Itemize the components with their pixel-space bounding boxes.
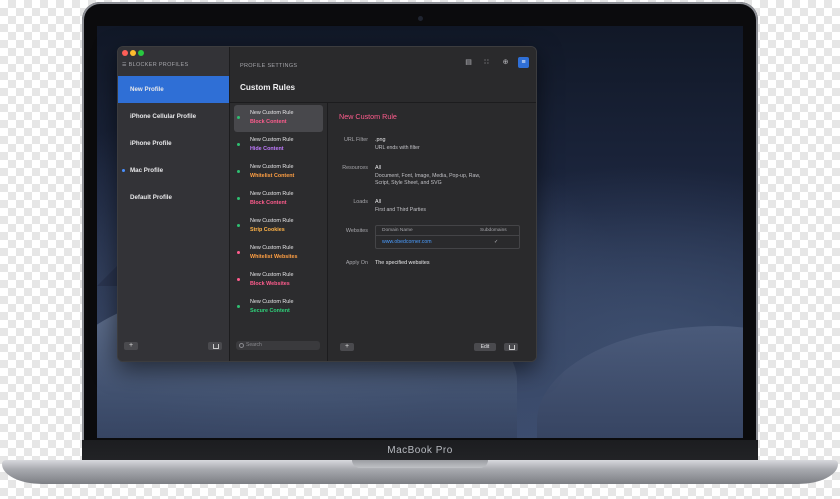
rule-name: New Custom Rule — [250, 299, 294, 305]
rule-action: Block Content — [250, 119, 287, 125]
list-icon[interactable]: ▤ — [463, 57, 474, 68]
share-rule-button[interactable] — [504, 343, 518, 351]
url-filter-desc: URL ends with filter — [375, 145, 420, 151]
column-header: Domain Name — [382, 228, 413, 233]
sidebar-header: ☰ BLOCKER PROFILES — [122, 62, 189, 68]
rule-action: Whitelist Websites — [250, 254, 298, 260]
sidebar-item-label: Mac Profile — [130, 167, 164, 174]
loads-value: All — [375, 199, 381, 205]
sidebar-item-mac-profile[interactable]: Mac Profile — [118, 157, 229, 184]
status-dot — [237, 197, 240, 200]
status-dot — [237, 170, 240, 173]
status-dot — [237, 278, 240, 281]
rule-action: Block Websites — [250, 281, 290, 287]
status-dot — [237, 224, 240, 227]
apply-on-label: Apply On — [345, 260, 368, 266]
rule-name: New Custom Rule — [250, 218, 294, 224]
divider — [376, 235, 519, 236]
status-dot — [237, 143, 240, 146]
add-rule-button[interactable]: + — [340, 343, 354, 351]
loads-desc: First and Third Parties — [375, 207, 426, 213]
rule-detail: New Custom Rule URL Filter .png URL ends… — [328, 103, 536, 361]
url-filter-label: URL Filter — [343, 137, 368, 143]
sidebar-toggle-icon[interactable]: ☰ — [122, 62, 127, 68]
websites-table: Domain Name Subdomains www.obedcorner.co… — [375, 225, 520, 249]
resources-desc: Script, Style Sheet, and SVG — [375, 180, 442, 186]
sidebar-item-iphone-profile[interactable]: iPhone Profile — [118, 130, 229, 157]
subdomains-check[interactable]: ✓ — [494, 239, 498, 245]
websites-label: Websites — [345, 228, 368, 234]
resources-value: All — [375, 165, 381, 171]
apply-on-value: The specified websites — [375, 260, 430, 266]
sidebar: ☰ BLOCKER PROFILES New Profile iPhone Ce… — [118, 47, 230, 361]
settings-label: PROFILE SETTINGS — [240, 63, 298, 69]
grid-icon[interactable]: ∷ — [481, 57, 492, 68]
rule-name: New Custom Rule — [250, 164, 294, 170]
minimize-button[interactable] — [130, 50, 136, 56]
zoom-button[interactable] — [138, 50, 144, 56]
list-item[interactable]: New Custom Rule Hide Content — [234, 132, 323, 159]
rule-name: New Custom Rule — [250, 191, 294, 197]
sidebar-item-new-profile[interactable]: New Profile — [118, 76, 229, 103]
profile-list: New Profile iPhone Cellular Profile iPho… — [118, 76, 229, 211]
share-profile-button[interactable] — [208, 342, 222, 350]
sidebar-item-iphone-cellular-profile[interactable]: iPhone Cellular Profile — [118, 103, 229, 130]
list-item[interactable]: New Custom Rule Whitelist Content — [234, 159, 323, 186]
rule-action: Whitelist Content — [250, 173, 295, 179]
rule-action: Strip Cookies — [250, 227, 285, 233]
model-label: MacBook Pro — [387, 445, 453, 456]
list-item[interactable]: New Custom Rule Block Websites — [234, 267, 323, 294]
active-indicator-dot — [122, 169, 125, 172]
rule-name: New Custom Rule — [250, 110, 294, 116]
add-profile-button[interactable]: + — [124, 342, 138, 350]
column-header: Subdomains — [480, 228, 507, 233]
laptop-notch — [352, 460, 488, 468]
sidebar-item-label: iPhone Profile — [130, 140, 172, 147]
close-button[interactable] — [122, 50, 128, 56]
search-input[interactable]: Search — [236, 341, 320, 350]
rule-action: Secure Content — [250, 308, 290, 314]
list-item[interactable]: New Custom Rule Whitelist Websites — [234, 240, 323, 267]
wallpaper-dune — [537, 326, 743, 438]
sidebar-item-label: New Profile — [130, 86, 164, 93]
resources-desc: Document, Font, Image, Media, Pop-up, Ra… — [375, 173, 481, 179]
list-item[interactable]: New Custom Rule Secure Content — [234, 294, 323, 321]
search-placeholder: Search — [246, 342, 262, 348]
app-window: ☰ BLOCKER PROFILES New Profile iPhone Ce… — [117, 46, 537, 362]
list-item[interactable]: New Custom Rule Strip Cookies — [234, 213, 323, 240]
rule-name: New Custom Rule — [250, 272, 294, 278]
status-dot — [237, 305, 240, 308]
loads-label: Loads — [353, 199, 368, 205]
resources-label: Resources — [342, 165, 368, 171]
sidebar-item-default-profile[interactable]: Default Profile — [118, 184, 229, 211]
page-title: Custom Rules — [240, 83, 296, 92]
rule-action: Hide Content — [250, 146, 284, 152]
edit-button[interactable]: Edit — [474, 343, 496, 351]
globe-icon[interactable]: ⊕ — [500, 57, 511, 68]
status-dot — [237, 116, 240, 119]
status-dot — [237, 251, 240, 254]
rule-title: New Custom Rule — [339, 112, 397, 121]
sidebar-item-label: Default Profile — [130, 194, 172, 201]
list-item[interactable]: New Custom Rule Block Content — [234, 105, 323, 132]
rule-name: New Custom Rule — [250, 137, 294, 143]
domain-link[interactable]: www.obedcorner.com — [382, 239, 432, 245]
url-filter-value: .png — [375, 137, 386, 143]
laptop-base — [2, 460, 838, 484]
rule-action: Block Content — [250, 200, 287, 206]
document-icon[interactable]: ≡ — [518, 57, 529, 68]
search-icon — [239, 343, 244, 348]
list-item[interactable]: New Custom Rule Block Content — [234, 186, 323, 213]
settings-header: PROFILE SETTINGS Custom Rules ▤ ∷ ⊕ ≡ — [230, 47, 536, 103]
camera — [418, 16, 423, 21]
rules-list: New Custom Rule Block Content New Custom… — [230, 103, 328, 361]
rule-name: New Custom Rule — [250, 245, 294, 251]
sidebar-item-label: iPhone Cellular Profile — [130, 113, 197, 120]
